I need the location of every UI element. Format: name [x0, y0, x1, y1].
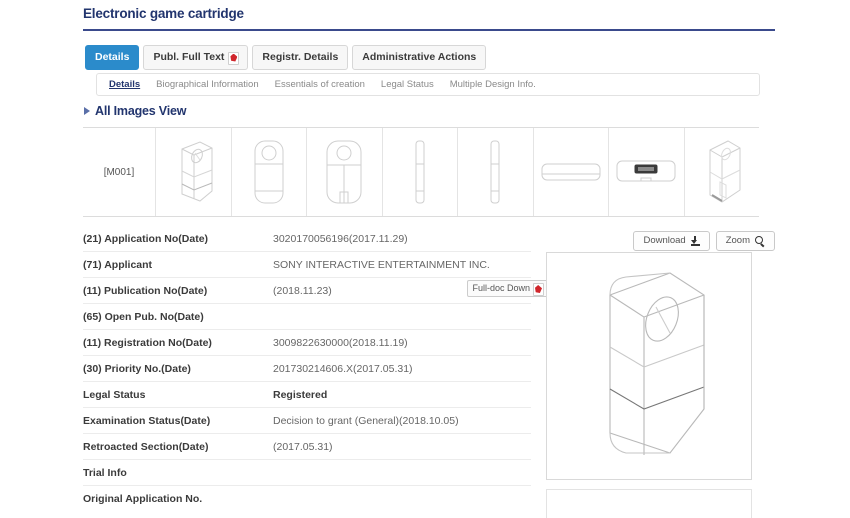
thumb-bottom-connector-view[interactable]: [609, 128, 685, 216]
all-images-view-header[interactable]: All Images View: [84, 104, 186, 118]
detail-row: Legal StatusRegistered: [83, 382, 531, 408]
main-tab-registr-details[interactable]: Registr. Details: [252, 45, 348, 70]
patent-detail-page: Electronic game cartridge Details Publ. F…: [0, 0, 850, 518]
main-tab-label: Publ. Full Text: [153, 51, 224, 63]
thumb-perspective-front[interactable]: [156, 128, 232, 216]
detail-value: 3020170056196(2017.11.29): [273, 233, 408, 245]
download-button-label: Download: [643, 235, 685, 247]
sub-tab-bar: Details Biographical Information Essential…: [96, 73, 760, 96]
detail-label: (11) Registration No(Date): [83, 337, 273, 349]
zoom-button-label: Zoom: [726, 235, 750, 247]
full-doc-download-label: Full-doc Down: [472, 283, 530, 294]
triangle-right-icon: [84, 107, 90, 115]
detail-row: Original Application No.: [83, 486, 531, 511]
detail-row: Retroacted Section(Date)(2017.05.31): [83, 434, 531, 460]
detail-value: Decision to grant (General)(2018.10.05): [273, 415, 459, 427]
detail-label: (11) Publication No(Date): [83, 285, 273, 297]
detail-value: 201730214606.X(2017.05.31): [273, 363, 413, 375]
full-doc-download-button[interactable]: Full-doc Down: [467, 280, 548, 297]
sub-tab-biographical-information[interactable]: Biographical Information: [156, 79, 258, 90]
thumbnail-strip: [M001]: [83, 127, 759, 217]
main-tab-details[interactable]: Details: [85, 45, 139, 70]
thumb-front-view[interactable]: [232, 128, 308, 216]
image-toolbar: Download Zoom: [633, 231, 775, 251]
thumb-back-view[interactable]: [307, 128, 383, 216]
detail-label: (71) Applicant: [83, 259, 273, 271]
zoom-button[interactable]: Zoom: [716, 231, 775, 251]
title-divider: [83, 29, 775, 31]
sub-tab-legal-status[interactable]: Legal Status: [381, 79, 434, 90]
detail-row: (30) Priority No.(Date)201730214606.X(20…: [83, 356, 531, 382]
secondary-image-viewer[interactable]: [546, 489, 752, 518]
detail-row: Trial Info: [83, 460, 531, 486]
main-tab-administrative-actions[interactable]: Administrative Actions: [352, 45, 486, 70]
sub-tab-essentials-of-creation[interactable]: Essentials of creation: [275, 79, 365, 90]
sub-tab-details[interactable]: Details: [109, 79, 140, 90]
title-section: Electronic game cartridge: [83, 6, 775, 31]
detail-row: (11) Publication No(Date)(2018.11.23) Ful…: [83, 278, 531, 304]
detail-label: (21) Application No(Date): [83, 233, 273, 245]
detail-value: (2017.05.31): [273, 441, 333, 453]
detail-value: Registered: [273, 389, 327, 401]
detail-label: Retroacted Section(Date): [83, 441, 273, 453]
main-image-viewer[interactable]: [546, 252, 752, 480]
main-tab-publ-full-text[interactable]: Publ. Full Text: [143, 45, 248, 70]
thumbnail-group-label: [M001]: [83, 128, 156, 216]
detail-label: Trial Info: [83, 467, 273, 479]
detail-value: 3009822630000(2018.11.19): [273, 337, 408, 349]
main-tab-label: Details: [95, 51, 129, 63]
main-tab-bar: Details Publ. Full Text Registr. Details Ad…: [85, 45, 490, 70]
download-icon: [691, 236, 700, 246]
thumb-left-side-view[interactable]: [383, 128, 459, 216]
detail-row: (71) ApplicantSONY INTERACTIVE ENTERTAIN…: [83, 252, 531, 278]
page-title: Electronic game cartridge: [83, 6, 775, 22]
detail-row: (11) Registration No(Date)3009822630000(…: [83, 330, 531, 356]
detail-table: (21) Application No(Date)3020170056196(2…: [83, 226, 531, 511]
detail-value: SONY INTERACTIVE ENTERTAINMENT INC.: [273, 259, 490, 271]
all-images-view-label: All Images View: [95, 104, 186, 118]
detail-value: (2018.11.23): [273, 285, 332, 297]
main-tab-label: Administrative Actions: [362, 51, 476, 63]
detail-label: (30) Priority No.(Date): [83, 363, 273, 375]
thumb-perspective-rear[interactable]: [685, 128, 760, 216]
magnifier-icon: [755, 236, 765, 246]
detail-label: (65) Open Pub. No(Date): [83, 311, 273, 323]
detail-label: Original Application No.: [83, 493, 273, 505]
thumb-right-side-view[interactable]: [458, 128, 534, 216]
detail-label: Legal Status: [83, 389, 273, 401]
pdf-icon: [228, 52, 238, 63]
download-button[interactable]: Download: [633, 231, 709, 251]
detail-row: (65) Open Pub. No(Date): [83, 304, 531, 330]
sub-tab-multiple-design-info[interactable]: Multiple Design Info.: [450, 79, 536, 90]
detail-row: (21) Application No(Date)3020170056196(2…: [83, 226, 531, 252]
detail-row: Examination Status(Date)Decision to gran…: [83, 408, 531, 434]
thumb-top-view[interactable]: [534, 128, 610, 216]
detail-label: Examination Status(Date): [83, 415, 273, 427]
pdf-icon: [533, 283, 543, 294]
main-tab-label: Registr. Details: [262, 51, 338, 63]
